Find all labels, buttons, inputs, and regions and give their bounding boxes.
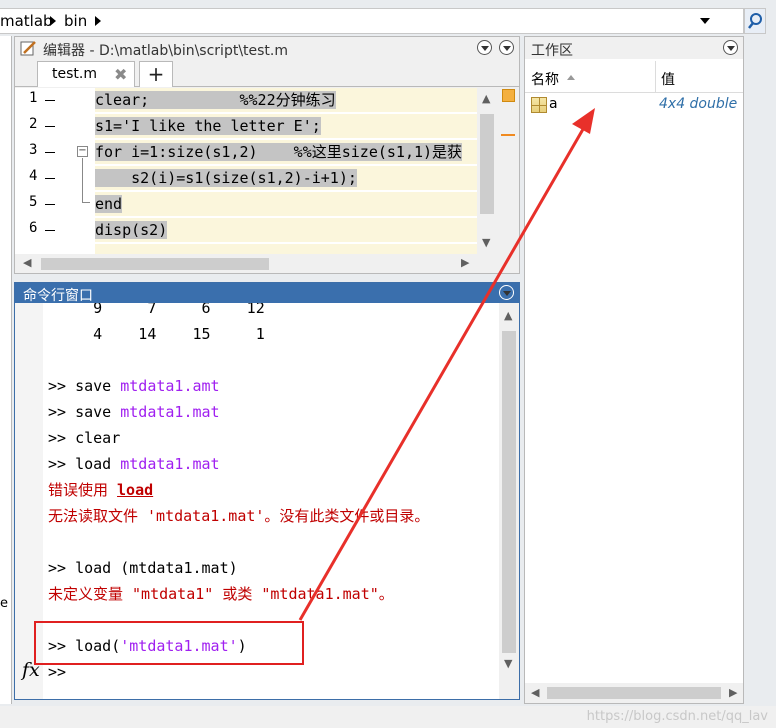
status-bar: https://blog.csdn.net/qq_lav [0,706,776,728]
matlab-window: matlab bin e 编辑器 - D:\matlab\bin\script\… [0,0,776,728]
annotation-arrow-icon [298,108,595,621]
watermark: https://blog.csdn.net/qq_lav [586,709,768,724]
